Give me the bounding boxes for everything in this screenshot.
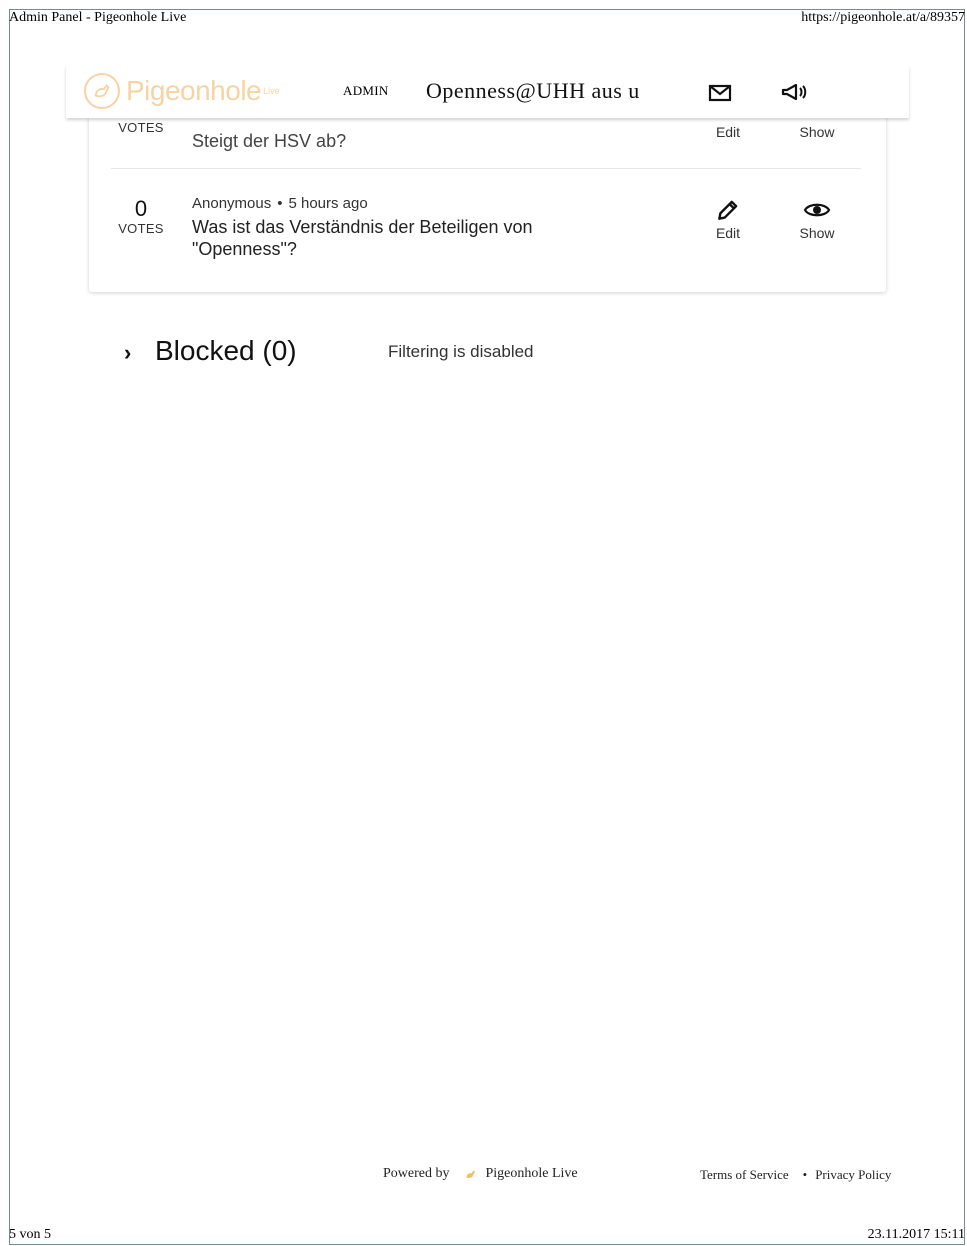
show-label: Show: [799, 124, 835, 140]
footer-links: Terms of Service • Privacy Policy: [700, 1167, 891, 1183]
nav-admin-link[interactable]: ADMIN: [343, 83, 389, 99]
pencil-icon: [718, 200, 738, 220]
show-label: Show: [799, 225, 835, 241]
powered-by-label: Powered by: [383, 1166, 450, 1181]
print-footer-datetime: 23.11.2017 15:11: [867, 1227, 965, 1242]
filter-status: Filtering is disabled: [388, 342, 534, 361]
meta-separator: •: [277, 195, 283, 212]
print-footer-page: 5 von 5: [9, 1227, 51, 1242]
print-header-url: https://pigeonhole.at/a/89357: [801, 10, 965, 25]
megaphone-icon[interactable]: [780, 80, 810, 104]
question-text: Steigt der HSV ab?: [192, 131, 347, 151]
footer-separator: •: [802, 1167, 808, 1182]
vote-count: VOTES: [111, 120, 171, 135]
privacy-policy-link[interactable]: Privacy Policy: [815, 1167, 891, 1182]
votes-label: VOTES: [118, 120, 164, 135]
logo-text: Pigeonhole: [126, 75, 262, 106]
question-author: Anonymous: [192, 195, 272, 212]
edit-button[interactable]: Edit: [698, 124, 758, 140]
show-button[interactable]: Show: [787, 197, 847, 241]
question-time: 5 hours ago: [288, 195, 368, 212]
blocked-section-title[interactable]: Blocked (0): [155, 335, 297, 367]
votes-number: 0: [134, 196, 148, 221]
pigeon-icon: [465, 1170, 475, 1178]
terms-of-service-link[interactable]: Terms of Service: [700, 1167, 789, 1182]
edit-label: Edit: [715, 225, 741, 241]
pigeon-icon: [84, 73, 120, 109]
powered-by-brand[interactable]: Pigeonhole Live: [486, 1166, 578, 1182]
votes-label: VOTES: [118, 221, 164, 236]
edit-label: Edit: [715, 124, 741, 140]
question-row: VOTES Steigt der HSV ab? Edit Show: [111, 110, 861, 168]
top-nav-bar: Pigeonhole Live ADMIN Openness@UHH aus u: [66, 66, 909, 118]
edit-button[interactable]: Edit: [698, 197, 758, 241]
eye-icon: [803, 203, 831, 217]
powered-by: Powered by Pigeonhole Live: [383, 1166, 578, 1182]
questions-card: VOTES Steigt der HSV ab? Edit Show 0 VOT…: [89, 92, 886, 292]
vote-count: 0 VOTES: [111, 196, 171, 237]
question-meta: Anonymous • 5 hours ago: [192, 195, 368, 212]
question-row: 0 VOTES Anonymous • 5 hours ago Was ist da…: [111, 168, 861, 269]
mail-icon[interactable]: [708, 81, 732, 105]
chevron-right-icon[interactable]: ›: [124, 340, 131, 366]
event-title: Openness@UHH aus u: [426, 78, 640, 103]
print-header-title: Admin Panel - Pigeonhole Live: [9, 10, 187, 25]
show-button[interactable]: Show: [787, 124, 847, 140]
question-text: Was ist das Verständnis der Beteiligen v…: [192, 217, 533, 259]
pigeonhole-logo[interactable]: Pigeonhole Live: [84, 70, 280, 112]
logo-sup: Live: [263, 86, 280, 96]
